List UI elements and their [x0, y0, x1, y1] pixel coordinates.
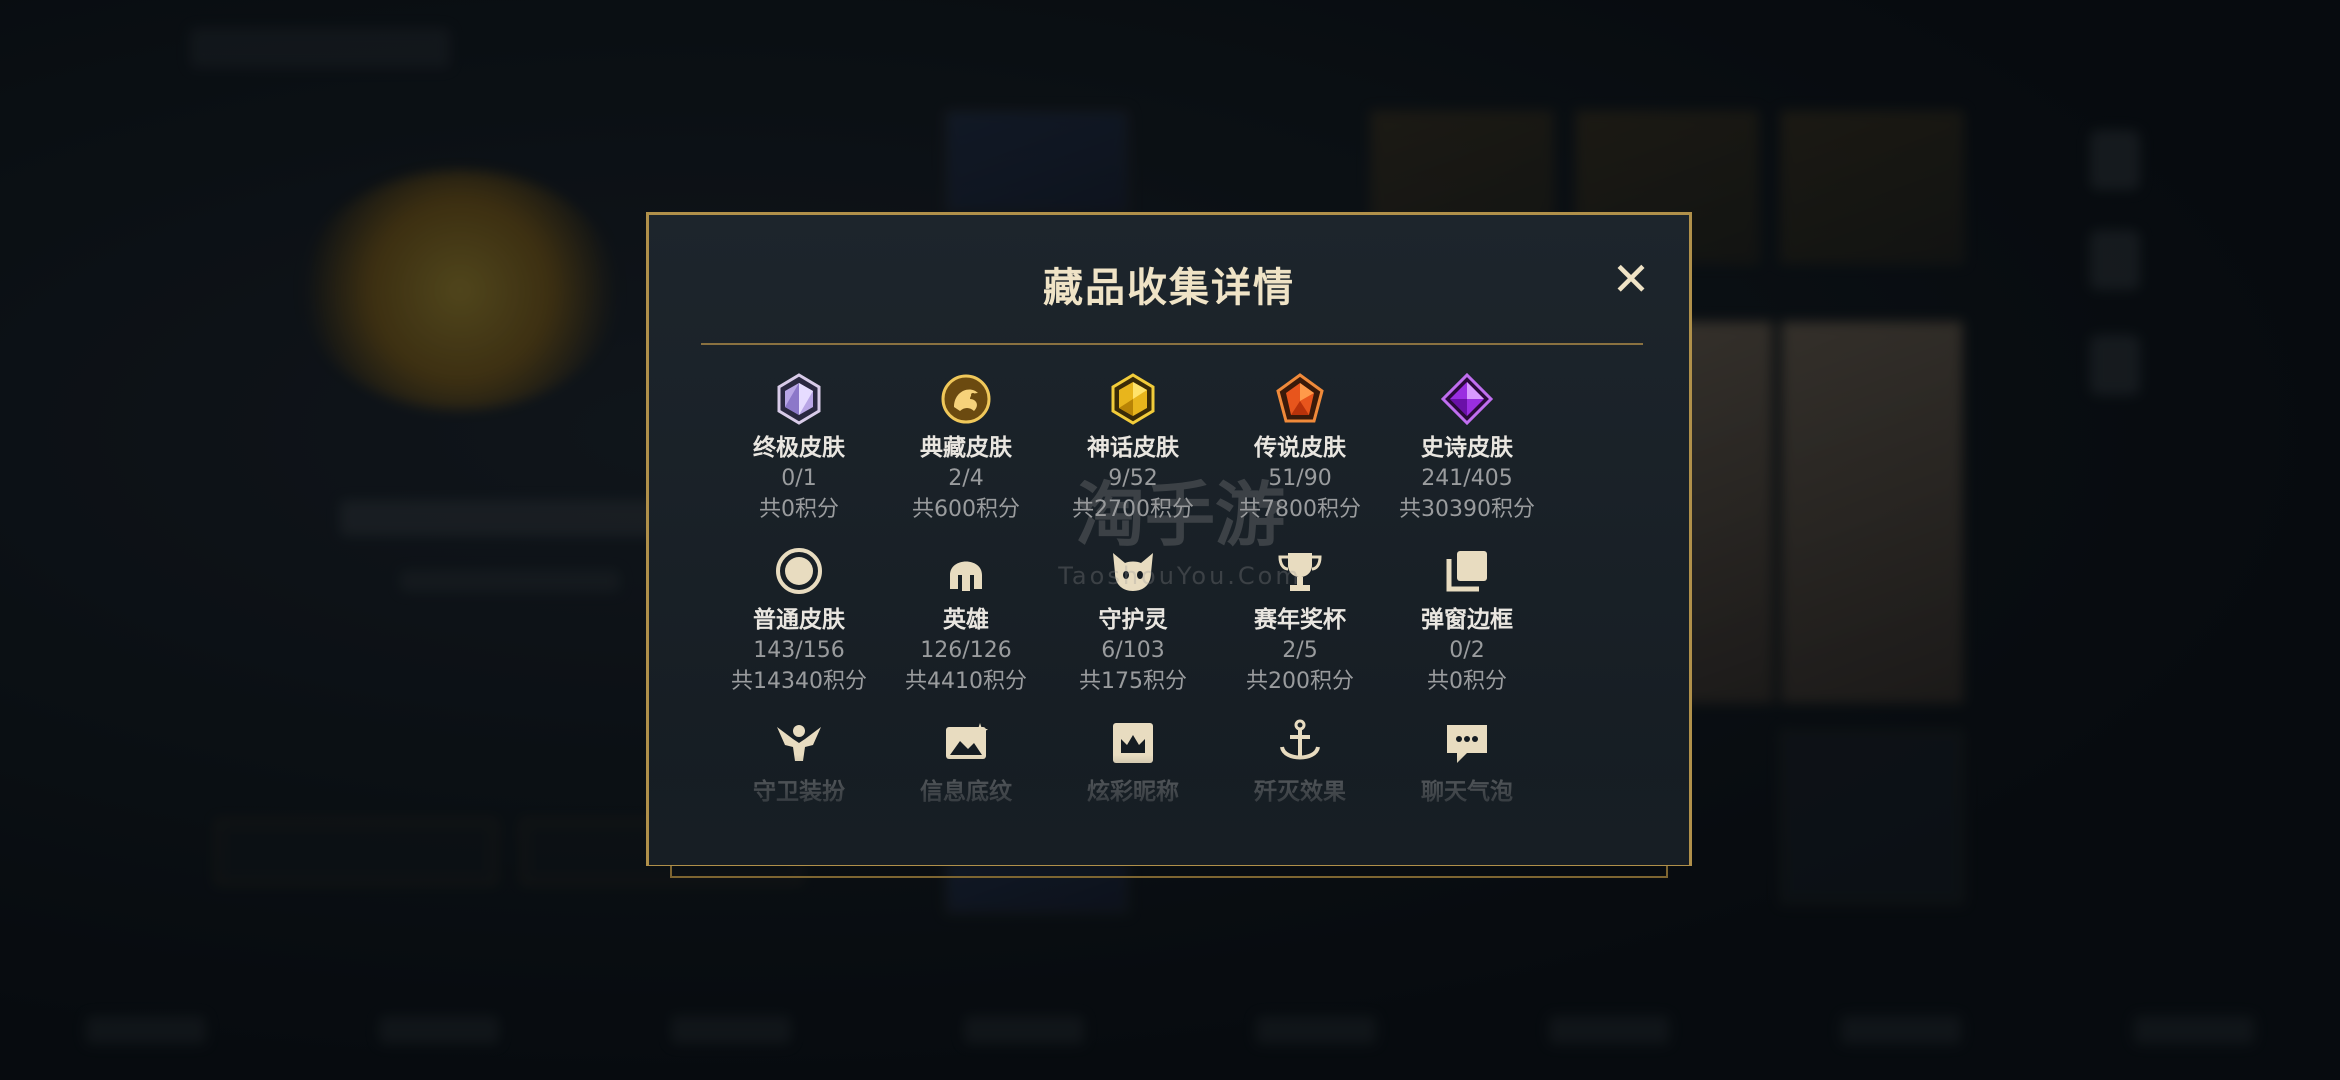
mythic-gem-icon: [1111, 373, 1155, 425]
category-count: 0/1: [781, 466, 817, 491]
category-name: 聊天气泡: [1421, 779, 1513, 805]
category-name: 神话皮肤: [1087, 435, 1179, 461]
modal-bottom-frame: [670, 866, 1668, 878]
popup-frame-icon: [1446, 551, 1487, 592]
info-pattern-icon: [946, 723, 988, 759]
category-name: 史诗皮肤: [1421, 435, 1513, 461]
category-points: 共4410积分: [905, 669, 1027, 694]
annihilation-effect-icon: [1280, 719, 1320, 760]
normal-circle-icon: [776, 548, 822, 594]
category-count: 143/156: [753, 638, 845, 663]
category-name: 传说皮肤: [1254, 435, 1346, 461]
category-mythic-skin[interactable]: 神话皮肤 9/52 共2700积分: [1043, 373, 1223, 525]
category-collection-skin[interactable]: 典藏皮肤 2/4 共600积分: [876, 373, 1056, 525]
category-count: 9/52: [1108, 466, 1158, 491]
category-name: 英雄: [943, 607, 989, 633]
epic-gem-icon: [1440, 372, 1494, 426]
guard-outfit-icon: [777, 725, 821, 761]
category-ultimate-skin[interactable]: 终极皮肤 0/1 共0积分: [709, 373, 889, 525]
category-name: 典藏皮肤: [920, 435, 1012, 461]
category-name: 守卫装扮: [753, 779, 845, 805]
category-name: 守护灵: [1098, 607, 1168, 633]
category-colorful-nickname[interactable]: 炫彩昵称: [1043, 717, 1223, 807]
trophy-icon: [1278, 553, 1322, 591]
category-name: 信息底纹: [920, 779, 1012, 805]
category-count: 2/5: [1282, 638, 1318, 663]
category-points: 共2700积分: [1072, 497, 1194, 522]
category-name: 弹窗边框: [1421, 607, 1513, 633]
category-count: 241/405: [1421, 466, 1513, 491]
legend-gem-icon: [1276, 373, 1324, 423]
category-count: 6/103: [1101, 638, 1165, 663]
modal-title: 藏品收集详情: [1043, 265, 1295, 311]
category-epic-skin[interactable]: 史诗皮肤 241/405 共30390积分: [1377, 372, 1557, 525]
category-points: 共14340积分: [731, 669, 867, 694]
category-season-trophy[interactable]: 赛年奖杯 2/5 共200积分: [1210, 545, 1390, 697]
category-count: 51/90: [1268, 466, 1332, 491]
category-guardian-spirit[interactable]: 守护灵 6/103 共175积分: [1043, 545, 1223, 697]
ultimate-gem-icon: [777, 373, 821, 425]
category-name: 赛年奖杯: [1254, 607, 1346, 633]
category-points: 共30390积分: [1399, 497, 1535, 522]
category-annihilation-effect[interactable]: 歼灭效果: [1210, 717, 1390, 807]
category-normal-skin[interactable]: 普通皮肤 143/156 共14340积分: [709, 545, 889, 697]
category-guard-outfit[interactable]: 守卫装扮: [709, 717, 889, 807]
category-chat-bubble[interactable]: 聊天气泡: [1377, 717, 1557, 807]
guardian-spirit-icon: [1113, 553, 1153, 591]
colorful-nickname-icon: [1113, 723, 1153, 763]
category-points: 共0积分: [1427, 669, 1507, 694]
category-count: 2/4: [948, 466, 984, 491]
category-hero[interactable]: 英雄 126/126 共4410积分: [876, 545, 1056, 697]
category-info-pattern[interactable]: 信息底纹: [876, 717, 1056, 807]
category-points: 共600积分: [912, 497, 1020, 522]
category-points: 共7800积分: [1239, 497, 1361, 522]
category-count: 0/2: [1449, 638, 1485, 663]
close-button[interactable]: ✕: [1609, 256, 1653, 302]
category-points: 共175积分: [1079, 669, 1187, 694]
category-count: 126/126: [920, 638, 1012, 663]
category-name: 普通皮肤: [753, 607, 845, 633]
category-legend-skin[interactable]: 传说皮肤 51/90 共7800积分: [1210, 373, 1390, 525]
category-name: 歼灭效果: [1254, 779, 1346, 805]
title-divider: [701, 343, 1643, 345]
hero-helmet-icon: [950, 561, 982, 591]
category-points: 共0积分: [759, 497, 839, 522]
chat-bubble-icon: [1447, 725, 1487, 763]
category-popup-frame[interactable]: 弹窗边框 0/2 共0积分: [1377, 545, 1557, 697]
collection-details-modal: 藏品收集详情 ✕ 终极皮肤 0/1 共0积分 典藏皮肤 2/4 共600积分 神…: [646, 212, 1692, 866]
collection-dragon-icon: [941, 374, 991, 424]
category-name: 炫彩昵称: [1087, 779, 1179, 805]
category-name: 终极皮肤: [753, 435, 845, 461]
category-points: 共200积分: [1246, 669, 1354, 694]
